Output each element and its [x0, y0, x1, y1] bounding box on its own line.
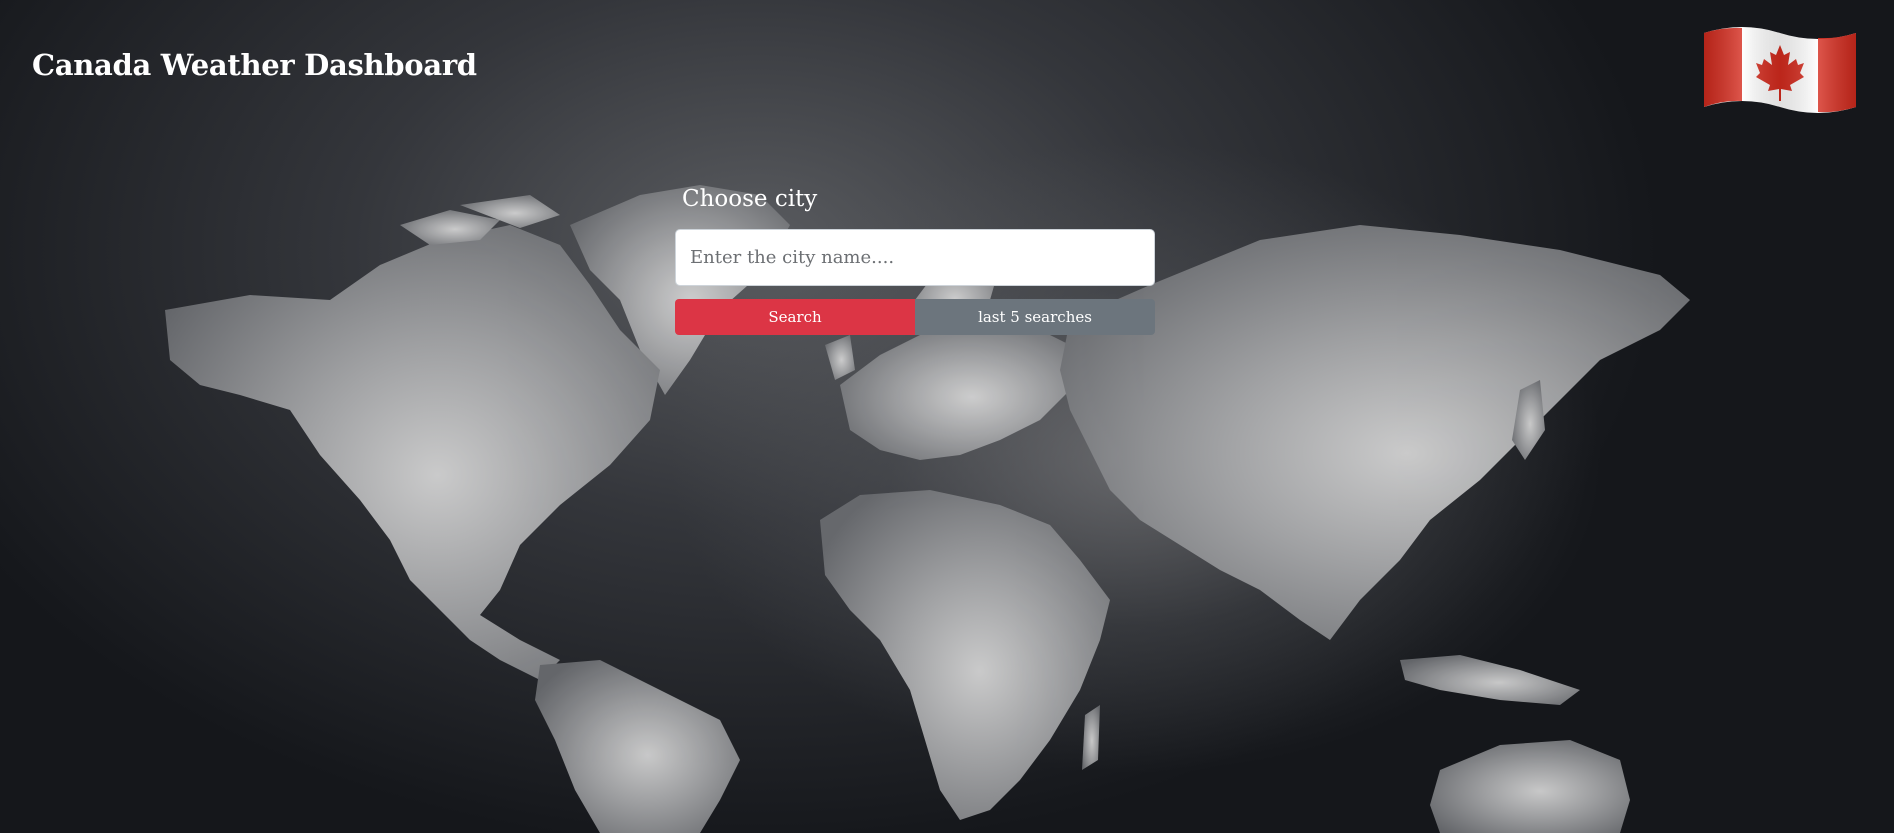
- world-map-background: [165, 185, 1690, 833]
- page-title: Canada Weather Dashboard: [32, 48, 477, 82]
- search-button[interactable]: Search: [675, 299, 915, 335]
- last-searches-button[interactable]: last 5 searches: [915, 299, 1155, 335]
- search-panel: Choose city Search last 5 searches: [675, 186, 1155, 335]
- city-search-input[interactable]: [675, 229, 1155, 286]
- canada-flag-icon: [1704, 27, 1856, 113]
- search-button-group: Search last 5 searches: [675, 299, 1155, 335]
- choose-city-label: Choose city: [682, 186, 818, 212]
